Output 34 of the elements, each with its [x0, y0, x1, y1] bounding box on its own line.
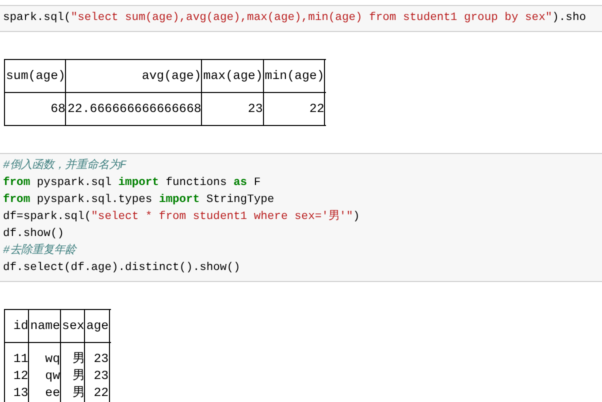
code-line: from pyspark.sql import functions as F: [3, 176, 262, 191]
table-cell: 11: [5, 343, 30, 368]
table-cell: 22: [264, 93, 326, 125]
column-header: sex: [61, 310, 86, 342]
code-line: df.select(df.age).distinct().show(): [3, 260, 242, 276]
code-line: df.show(): [3, 226, 66, 242]
table-cell: 12: [5, 368, 30, 385]
table-cell: wq: [29, 343, 62, 368]
table-cell: 23: [85, 343, 110, 368]
table-cell: 23: [202, 93, 264, 125]
table-cell: 男: [61, 385, 86, 402]
column-header: id: [5, 310, 30, 342]
code-line: df=spark.sql("select * from student1 where sex='男'"): [3, 209, 361, 225]
code-cell[interactable]: #倒入函数，并重命名为F from pyspark.sql import functions as F from pyspark.sql.types import StringType df=spark.sql("select * from student1 where sex='男'") df.show() #去除重复年龄 df.select(df.age).distinct().show(): [0, 153, 602, 282]
table-cell: 男: [61, 368, 86, 385]
code-cell[interactable]: spark.sql("select sum(age),avg(age),max(age),min(age) from student1 group by sex").sho: [0, 5, 602, 32]
table-cell: 22.666666666666668: [66, 93, 202, 125]
table-cell: ee: [29, 385, 62, 402]
table-cell: 男: [61, 343, 86, 368]
table-cell: 13: [5, 385, 30, 402]
column-header: min(age): [264, 60, 326, 92]
column-header: name: [29, 310, 62, 342]
code-line: spark.sql("select sum(age),avg(age),max(age),min(age) from student1 group by sex").sho: [3, 10, 588, 26]
table-cell: 22: [85, 385, 110, 402]
code-comment: #去除重复年龄: [3, 243, 78, 259]
code-comment: #倒入函数，并重命名为F: [3, 158, 128, 174]
column-header: sum(age): [5, 60, 66, 92]
code-line: from pyspark.sql.types import StringType: [3, 192, 276, 208]
table-cell: 23: [85, 368, 110, 385]
column-header: avg(age): [66, 60, 202, 92]
table-cell: qw: [29, 368, 62, 385]
column-header: max(age): [202, 60, 264, 92]
column-header: age: [85, 310, 110, 342]
table-cell: 68: [5, 93, 66, 125]
